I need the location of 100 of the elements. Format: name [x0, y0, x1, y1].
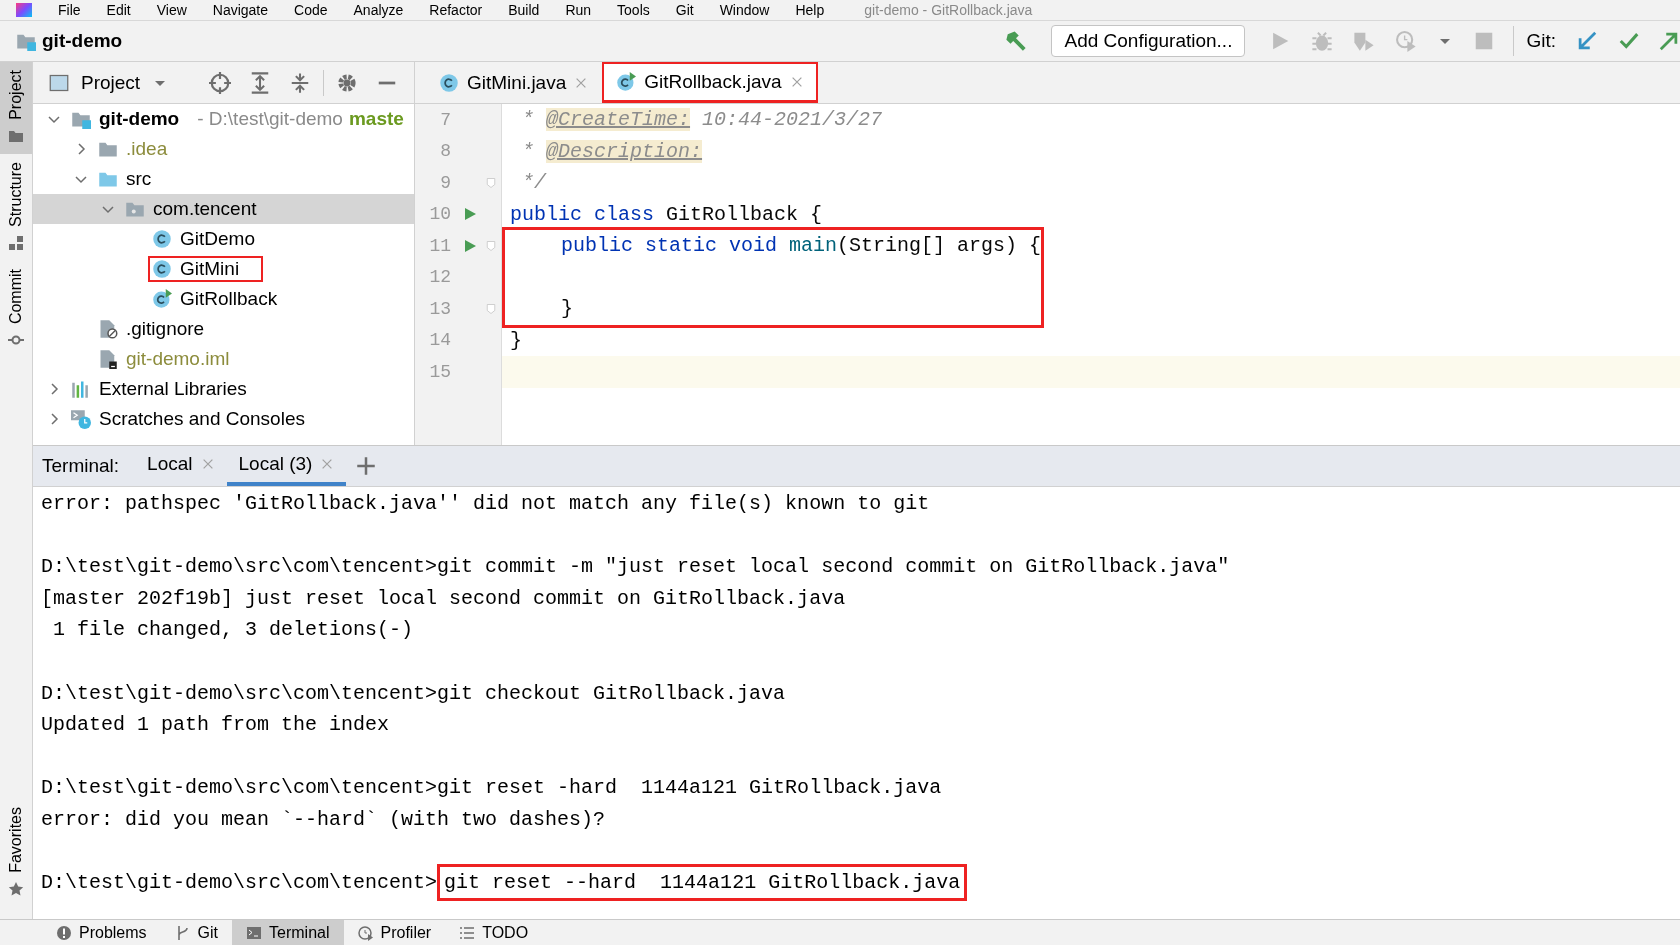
class-icon: [439, 72, 459, 93]
runnable-class-icon: [616, 72, 637, 92]
collapse-all-icon[interactable]: [289, 71, 311, 94]
run-gutter-icon[interactable]: [462, 237, 478, 254]
class-icon: [152, 259, 172, 279]
menu-item[interactable]: Code: [294, 0, 328, 20]
git-label: Git:: [1526, 30, 1556, 52]
problems-icon: [56, 924, 72, 941]
list-icon: [459, 924, 476, 941]
line-number: 14: [428, 330, 451, 351]
branch-label: maste: [348, 108, 404, 130]
tree-label: git-demo: [99, 108, 180, 130]
tree-label: Scratches and Consoles: [99, 408, 305, 430]
line-number: 15: [428, 361, 451, 382]
menu-item[interactable]: Edit: [106, 0, 131, 20]
tool-window-button[interactable]: Terminal: [232, 920, 344, 945]
code-line: */: [521, 170, 548, 196]
line-number: 13: [428, 298, 451, 319]
tree-label: .idea: [126, 138, 168, 160]
tree-item[interactable]: com.tencent: [33, 194, 414, 224]
menu-item[interactable]: File: [58, 0, 81, 20]
tool-window-button[interactable]: Problems: [42, 920, 161, 945]
tree-label: GitMini: [180, 258, 240, 280]
terminal-tab[interactable]: Local: [135, 446, 227, 486]
app-logo-icon: [16, 3, 32, 17]
menu-item[interactable]: Run: [565, 0, 592, 20]
run-gutter-icon[interactable]: [462, 206, 478, 223]
tool-window-tab[interactable]: Project: [0, 62, 32, 154]
hammer-icon[interactable]: [1005, 30, 1028, 52]
iml-file-icon: [98, 349, 118, 369]
coverage-icon[interactable]: [1353, 30, 1376, 52]
profiler-icon[interactable]: [1395, 30, 1418, 52]
push-arrow-icon[interactable]: [1658, 30, 1680, 52]
terminal-line: Updated 1 path from the index: [41, 712, 391, 739]
tab-label: Local (3): [238, 453, 313, 475]
structure-icon: [8, 234, 24, 251]
line-number: 8: [439, 141, 451, 162]
tree-label: src: [126, 168, 152, 190]
tree-label: External Libraries: [99, 378, 247, 400]
code-line: }: [560, 296, 574, 322]
tool-window-button[interactable]: Git: [160, 920, 233, 945]
tree-label: git-demo.iml: [126, 348, 230, 370]
tab-label: GitRollback.java: [644, 71, 782, 93]
tree-item[interactable]: git-demo - D:\test\git-demo maste: [33, 104, 414, 134]
project-name[interactable]: git-demo: [42, 30, 123, 52]
fold-marker-icon[interactable]: [485, 238, 497, 253]
add-plus-icon[interactable]: [356, 456, 377, 476]
menu-item[interactable]: Tools: [617, 0, 650, 20]
terminal-tab[interactable]: Local (3): [226, 446, 347, 486]
editor-tab[interactable]: GitMini.java: [425, 62, 603, 103]
menu-item[interactable]: Navigate: [212, 0, 269, 20]
module-path: - D:\test\git-demo: [197, 108, 343, 130]
terminal-line: D:\test\git-demo\src\com\tencent>git checkout GitRollback.java: [41, 680, 787, 707]
tree-item[interactable]: git-demo.iml: [33, 344, 414, 374]
tree-label: GitRollback: [180, 288, 278, 310]
tool-window-button[interactable]: TODO: [445, 920, 543, 945]
menu-item[interactable]: Help: [795, 0, 825, 20]
tree-item[interactable]: GitDemo: [33, 224, 414, 254]
profiler-icon: [357, 924, 374, 941]
terminal-line: D:\test\git-demo\src\com\tencent>git commit -m "just reset local second commit on GitRollback.java": [41, 554, 1231, 581]
menu-item[interactable]: View: [156, 0, 187, 20]
menu-item[interactable]: Git: [675, 0, 694, 20]
terminal-line: error: did you mean `--hard` (with two dashes)?: [41, 806, 607, 833]
tree-item[interactable]: GitMini: [33, 254, 414, 284]
tool-window-tab[interactable]: Structure: [0, 153, 32, 261]
menu-item[interactable]: Build: [508, 0, 540, 20]
libraries-icon: [71, 379, 91, 399]
line-number: 11: [428, 235, 451, 256]
update-arrow-icon[interactable]: [1576, 30, 1598, 52]
scratches-icon: [71, 409, 91, 429]
class-icon: [152, 229, 172, 249]
fold-marker-icon[interactable]: [485, 175, 497, 190]
terminal-prompt: D:\test\git-demo\src\com\tencent>: [41, 871, 438, 895]
terminal-label: Terminal:: [42, 454, 120, 478]
expand-all-icon[interactable]: [249, 71, 271, 94]
debug-icon[interactable]: [1311, 30, 1334, 52]
runnable-class-icon: [152, 289, 172, 309]
tree-item[interactable]: External Libraries: [33, 374, 414, 404]
tree-item[interactable]: GitRollback: [33, 284, 414, 314]
project-view-selector[interactable]: Project: [81, 71, 141, 94]
menu-item[interactable]: Refactor: [429, 0, 483, 20]
terminal-line: D:\test\git-demo\src\com\tencent>git reset -hard 1144a121 GitRollback.java: [41, 775, 943, 802]
tree-item[interactable]: src: [33, 164, 414, 194]
fold-marker-icon[interactable]: [485, 301, 497, 316]
project-view-icon: [49, 72, 69, 93]
gear-icon[interactable]: [336, 71, 358, 94]
tool-window-tab[interactable]: Commit: [0, 260, 32, 358]
tree-item[interactable]: Scratches and Consoles: [33, 404, 414, 434]
tool-window-tab[interactable]: Favorites: [0, 799, 32, 907]
tree-label: GitDemo: [180, 228, 255, 250]
tree-item[interactable]: .idea: [33, 134, 414, 164]
locate-crosshair-icon[interactable]: [209, 71, 231, 94]
menu-item[interactable]: Window: [719, 0, 770, 20]
tool-window-button[interactable]: Profiler: [343, 920, 446, 945]
tree-item[interactable]: .gitignore: [33, 314, 414, 344]
tab-label: Local: [147, 453, 193, 475]
editor-tab[interactable]: GitRollback.java: [602, 62, 818, 103]
menu-item[interactable]: Analyze: [353, 0, 404, 20]
code-line: public class GitRollback {: [509, 201, 824, 228]
add-configuration-button[interactable]: Add Configuration...: [1051, 25, 1246, 57]
